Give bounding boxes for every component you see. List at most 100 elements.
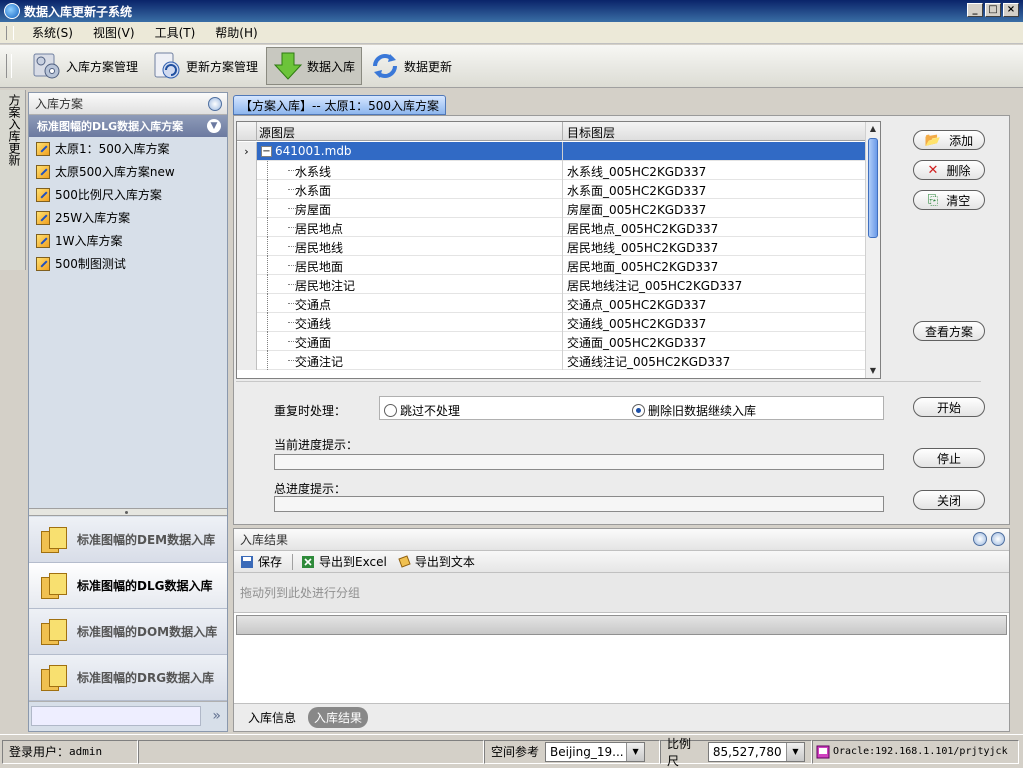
scheme-import-update-side-tab[interactable]: 方案入库更新 xyxy=(0,90,26,270)
grid-scrollbar[interactable]: ▲ ▼ xyxy=(865,122,880,378)
table-row[interactable]: 水系线 水系线_005HC2KGD337 xyxy=(237,161,867,180)
scheme-list: 太原1：500入库方案 太原500入库方案new 500比例尺入库方案 25W入… xyxy=(29,137,227,507)
scheme-nav: 标准图幅的DEM数据入库 标准图幅的DLG数据入库 标准图幅的DOM数据入库 标… xyxy=(29,517,227,701)
spatial-ref-value: Beijing_19... xyxy=(550,744,624,759)
update-scheme-manage-button[interactable]: 更新方案管理 xyxy=(146,47,264,85)
close-button[interactable]: 关闭 xyxy=(913,490,985,510)
stop-button[interactable]: 停止 xyxy=(913,448,985,468)
table-row[interactable]: 交通线 交通线_005HC2KGD337 xyxy=(237,313,867,332)
panel-pin-icon[interactable] xyxy=(208,97,222,111)
group-by-area[interactable]: 拖动列到此处进行分组 xyxy=(234,573,1009,613)
table-row[interactable]: 交通点 交通点_005HC2KGD337 xyxy=(237,294,867,313)
nav-label: 标准图幅的DOM数据入库 xyxy=(77,625,218,639)
root-target-cell xyxy=(562,142,571,161)
menu-view[interactable]: 视图(V) xyxy=(83,24,145,41)
tree-line xyxy=(267,237,296,256)
total-progress-label: 总进度提示： xyxy=(274,482,347,496)
scheme-item[interactable]: 25W入库方案 xyxy=(29,206,227,229)
view-scheme-button[interactable]: 查看方案 xyxy=(913,321,985,341)
nav-drg-import[interactable]: 标准图幅的DRG数据入库 xyxy=(29,655,227,701)
chevron-down-icon[interactable]: ▼ xyxy=(786,742,804,761)
scheme-edit-icon xyxy=(36,164,50,179)
close-window-button[interactable]: × xyxy=(1003,3,1019,17)
results-grid-header xyxy=(236,615,1007,635)
table-row[interactable]: 居民地点 居民地点_005HC2KGD337 xyxy=(237,218,867,237)
nav-dom-import[interactable]: 标准图幅的DOM数据入库 xyxy=(29,609,227,655)
nav-dlg-import[interactable]: 标准图幅的DLG数据入库 xyxy=(29,563,227,609)
scheme-item[interactable]: 太原500入库方案new xyxy=(29,160,227,183)
scheme-item[interactable]: 500比例尺入库方案 xyxy=(29,183,227,206)
delete-old-radio[interactable]: 删除旧数据继续入库 xyxy=(632,402,756,419)
table-row[interactable]: 交通注记 交通线注记_005HC2KGD337 xyxy=(237,351,867,370)
main-toolbar: 入库方案管理 更新方案管理 数据入库 数据更新 xyxy=(0,45,1023,88)
table-row[interactable]: 居民地注记 居民地线注记_005HC2KGD337 xyxy=(237,275,867,294)
menu-tools[interactable]: 工具(T) xyxy=(145,24,206,41)
update-scheme-manage-label: 更新方案管理 xyxy=(186,59,259,74)
data-import-button[interactable]: 数据入库 xyxy=(266,47,363,85)
menu-system[interactable]: 系统(S) xyxy=(22,24,83,41)
save-icon xyxy=(241,555,253,568)
target-layer-cell: 交通线注记_005HC2KGD337 xyxy=(562,351,734,370)
chevron-down-icon[interactable]: ▼ xyxy=(207,119,221,133)
user-label: 登录用户： xyxy=(9,745,70,759)
nav-label: 标准图幅的DRG数据入库 xyxy=(77,671,215,685)
add-button[interactable]: 📂 添加 xyxy=(913,130,985,150)
delete-button[interactable]: ✕ 删除 xyxy=(913,160,985,180)
export-excel-button[interactable]: 导出到Excel xyxy=(301,553,387,570)
chevron-down-icon[interactable]: ▼ xyxy=(626,742,645,761)
column-source-layer[interactable]: 源图层 xyxy=(259,124,295,141)
scheme-edit-icon xyxy=(36,256,50,271)
tab-import-results[interactable]: 入库结果 xyxy=(308,707,369,728)
row-indicator xyxy=(237,275,257,294)
save-button[interactable]: 保存 xyxy=(240,553,282,570)
row-indicator xyxy=(237,180,257,199)
target-layer-cell: 交通点_005HC2KGD337 xyxy=(562,294,710,313)
grid-header: 源图层 目标图层 xyxy=(237,122,867,141)
source-layer-cell: 房屋面 xyxy=(295,203,332,217)
scheme-group-header[interactable]: 标准图幅的DLG数据入库方案 ▼ xyxy=(29,115,227,137)
export-text-button[interactable]: 导出到文本 xyxy=(397,553,475,570)
tab-scheme-import[interactable]: 【方案入库】-- 太原1：500入库方案 xyxy=(233,95,447,115)
spatial-ref-select[interactable]: Beijing_19... ▼ xyxy=(545,741,646,762)
import-scheme-manage-button[interactable]: 入库方案管理 xyxy=(26,47,144,85)
menu-help[interactable]: 帮助(H) xyxy=(205,24,267,41)
table-row[interactable]: 房屋面 房屋面_005HC2KGD337 xyxy=(237,199,867,218)
toolbar-grip[interactable] xyxy=(6,54,12,78)
db-connection: Oracle:192.168.1.101/prjtyjck xyxy=(833,746,1008,757)
start-button[interactable]: 开始 xyxy=(913,397,985,417)
scheme-panel-header: 入库方案 xyxy=(29,93,227,115)
scheme-item[interactable]: 500制图测试 xyxy=(29,252,227,275)
scheme-item[interactable]: 太原1：500入库方案 xyxy=(29,137,227,160)
maximize-button[interactable]: □ xyxy=(985,3,1001,17)
collapse-icon[interactable]: − xyxy=(261,146,272,157)
minimize-button[interactable]: _ xyxy=(967,3,983,17)
panel-pin-icon[interactable] xyxy=(973,532,987,546)
panel-close-icon[interactable] xyxy=(991,532,1005,546)
more-chevron-icon[interactable]: » xyxy=(212,708,221,724)
column-target-layer[interactable]: 目标图层 xyxy=(562,122,619,141)
scroll-up-icon[interactable]: ▲ xyxy=(866,122,880,136)
skip-radio[interactable]: 跳过不处理 xyxy=(384,402,460,419)
table-row[interactable]: 居民地面 居民地面_005HC2KGD337 xyxy=(237,256,867,275)
scroll-down-icon[interactable]: ▼ xyxy=(866,364,880,378)
scheme-item[interactable]: 1W入库方案 xyxy=(29,229,227,252)
table-row[interactable]: 水系面 水系面_005HC2KGD337 xyxy=(237,180,867,199)
import-options: 重复时处理： 跳过不处理 删除旧数据继续入库 当前进度提示： 总进度提示： xyxy=(236,381,981,521)
start-label: 开始 xyxy=(936,400,961,415)
clear-button[interactable]: ⎘ 清空 xyxy=(913,190,985,210)
panel-splitter[interactable] xyxy=(29,508,227,516)
menu-grip[interactable] xyxy=(6,25,14,40)
tab-import-info[interactable]: 入库信息 xyxy=(242,707,302,728)
target-layer-cell: 居民地点_005HC2KGD337 xyxy=(562,218,722,237)
table-row[interactable]: 居民地线 居民地线_005HC2KGD337 xyxy=(237,237,867,256)
status-bar: 登录用户： admin 空间参考 Beijing_19... ▼ 比例尺 85,… xyxy=(0,734,1023,768)
tree-line xyxy=(267,351,296,370)
scheme-item-label: 1W入库方案 xyxy=(55,234,123,248)
scroll-thumb[interactable] xyxy=(868,138,878,238)
nav-dem-import[interactable]: 标准图幅的DEM数据入库 xyxy=(29,517,227,563)
data-update-button[interactable]: 数据更新 xyxy=(364,47,458,85)
table-row[interactable]: 交通面 交通面_005HC2KGD337 xyxy=(237,332,867,351)
scale-select[interactable]: 85,527,780 ▼ xyxy=(707,741,805,762)
source-layer-cell: 交通面 xyxy=(295,336,332,350)
table-row[interactable]: › − 641001.mdb xyxy=(237,142,867,161)
